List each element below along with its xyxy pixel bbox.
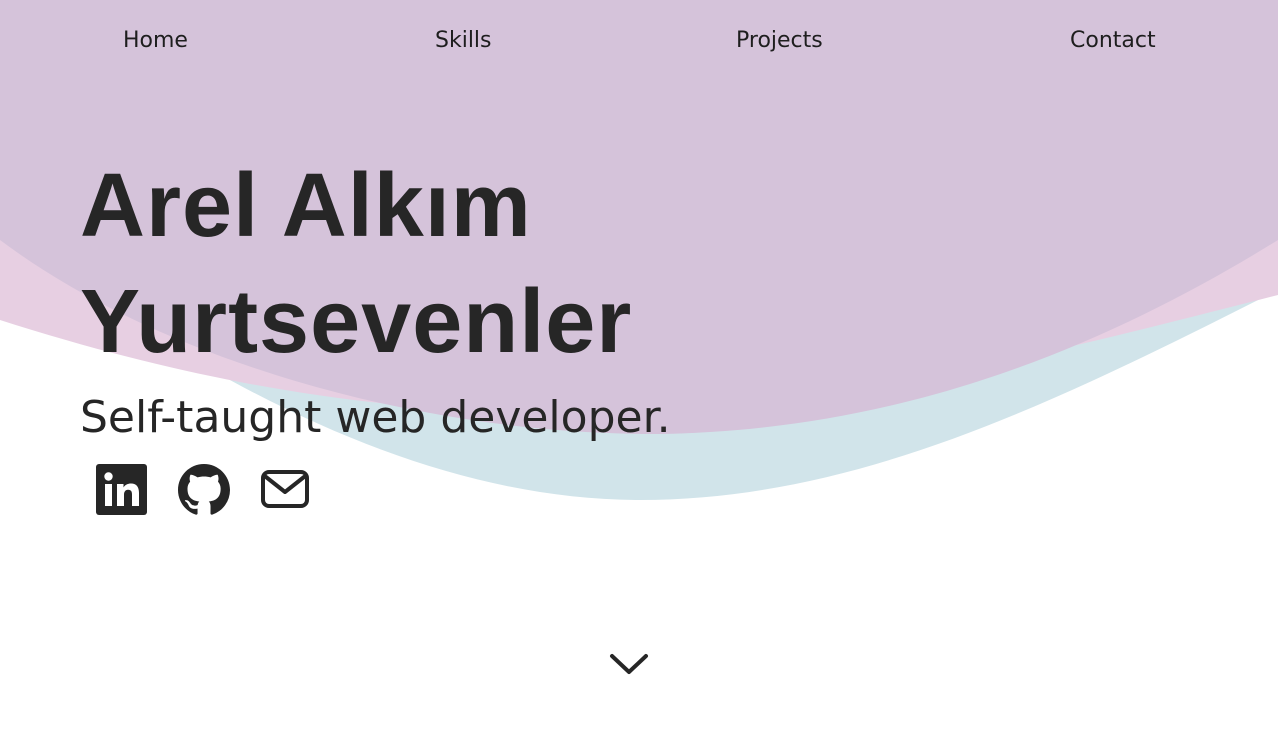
linkedin-icon	[96, 464, 147, 515]
linkedin-link[interactable]	[96, 464, 148, 516]
hero-tagline: Self-taught web developer.	[80, 392, 671, 443]
chevron-down-icon	[610, 654, 648, 674]
nav-link-skills[interactable]: Skills	[435, 27, 492, 55]
github-icon	[178, 464, 230, 515]
nav-link-contact[interactable]: Contact	[1070, 27, 1156, 55]
hero-name-line1: Arel Alkım	[80, 156, 532, 256]
scroll-down-button[interactable]	[607, 648, 651, 680]
mail-icon	[261, 470, 309, 508]
hero-name: Arel Alkım Yurtsevenler	[80, 148, 632, 380]
hero-name-line2: Yurtsevenler	[80, 272, 633, 372]
email-link[interactable]	[260, 464, 312, 516]
nav-link-home[interactable]: Home	[123, 27, 188, 55]
main-nav: Home Skills Projects Contact	[0, 0, 1278, 82]
github-link[interactable]	[178, 464, 230, 516]
nav-link-projects[interactable]: Projects	[736, 27, 823, 55]
